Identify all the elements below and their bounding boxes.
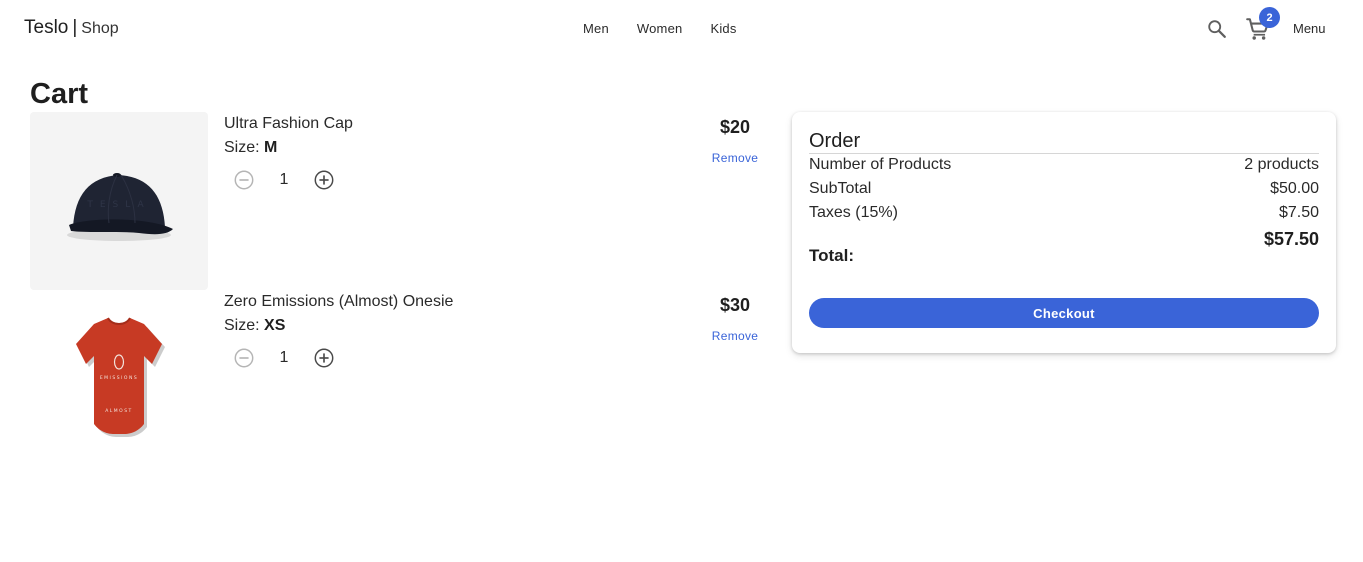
brand-separator: | (72, 17, 78, 38)
svg-text:ALMOST: ALMOST (105, 408, 133, 414)
product-size: Size: M (224, 139, 277, 157)
black-cap-image: TESLA (67, 173, 173, 241)
product-image[interactable]: TESLA (30, 112, 208, 290)
remove-button[interactable]: Remove (685, 151, 785, 165)
product-title[interactable]: Zero Emissions (Almost) Onesie (224, 293, 453, 311)
order-row-subtotal: SubTotal $50.00 (809, 180, 1319, 198)
nav-link-women[interactable]: Women (623, 19, 697, 38)
divider (809, 153, 1319, 154)
red-onesie-image: EMISSIONS ALMOST (76, 317, 165, 437)
quantity-stepper: 1 (233, 346, 335, 370)
row-label: Number of Products (809, 156, 952, 173)
menu-button[interactable]: Menu (1293, 21, 1326, 36)
product-size: Size: XS (224, 317, 285, 335)
search-icon[interactable] (1206, 18, 1228, 40)
size-label: Size: (224, 139, 265, 156)
cart-count-badge: 2 (1259, 7, 1280, 28)
quantity-value: 1 (279, 171, 289, 188)
cart-item: TESLA Ultra Fashion Cap Size: M 1 $20 Re… (30, 112, 770, 290)
row-label: Taxes (15%) (809, 204, 898, 221)
brand-name: Teslo (24, 17, 69, 38)
total-value: $57.50 (1263, 229, 1319, 249)
order-row-taxes: Taxes (15%) $7.50 (809, 204, 1319, 222)
product-title[interactable]: Ultra Fashion Cap (224, 115, 353, 133)
row-value: $7.50 (1278, 204, 1319, 221)
cart-item: EMISSIONS ALMOST Zero Emissions (Almost)… (30, 290, 770, 468)
page-title: Cart (30, 78, 89, 110)
category-nav: Men Women Kids (569, 19, 751, 38)
quantity-value: 1 (279, 349, 289, 366)
navbar: Teslo | Shop Men Women Kids 2 Menu (0, 0, 1363, 58)
product-price: $20 (719, 117, 751, 137)
svg-text:TESLA: TESLA (86, 200, 150, 210)
brand-logo[interactable]: Teslo | Shop (24, 17, 119, 39)
increase-quantity-icon[interactable] (313, 169, 335, 191)
order-title: Order (809, 130, 861, 152)
product-image[interactable]: EMISSIONS ALMOST (30, 290, 208, 468)
size-label: Size: (224, 317, 265, 334)
total-label: Total: (809, 246, 855, 265)
row-value: 2 products (1244, 156, 1319, 173)
size-value: XS (264, 317, 286, 334)
order-summary-card: Order Number of Products 2 products SubT… (792, 112, 1336, 353)
row-value: $50.00 (1270, 180, 1319, 197)
row-label: SubTotal (809, 180, 872, 197)
quantity-stepper: 1 (233, 168, 335, 192)
nav-link-men[interactable]: Men (569, 19, 623, 38)
increase-quantity-icon[interactable] (313, 347, 335, 369)
order-row-product-count: Number of Products 2 products (809, 156, 1319, 174)
decrease-quantity-icon[interactable] (233, 169, 255, 191)
product-price: $30 (719, 295, 751, 315)
decrease-quantity-icon[interactable] (233, 347, 255, 369)
remove-button[interactable]: Remove (685, 329, 785, 343)
checkout-button[interactable]: Checkout (809, 298, 1319, 328)
brand-sub: Shop (81, 20, 119, 37)
nav-link-kids[interactable]: Kids (696, 19, 750, 38)
size-value: M (264, 139, 278, 156)
svg-text:EMISSIONS: EMISSIONS (100, 375, 138, 381)
